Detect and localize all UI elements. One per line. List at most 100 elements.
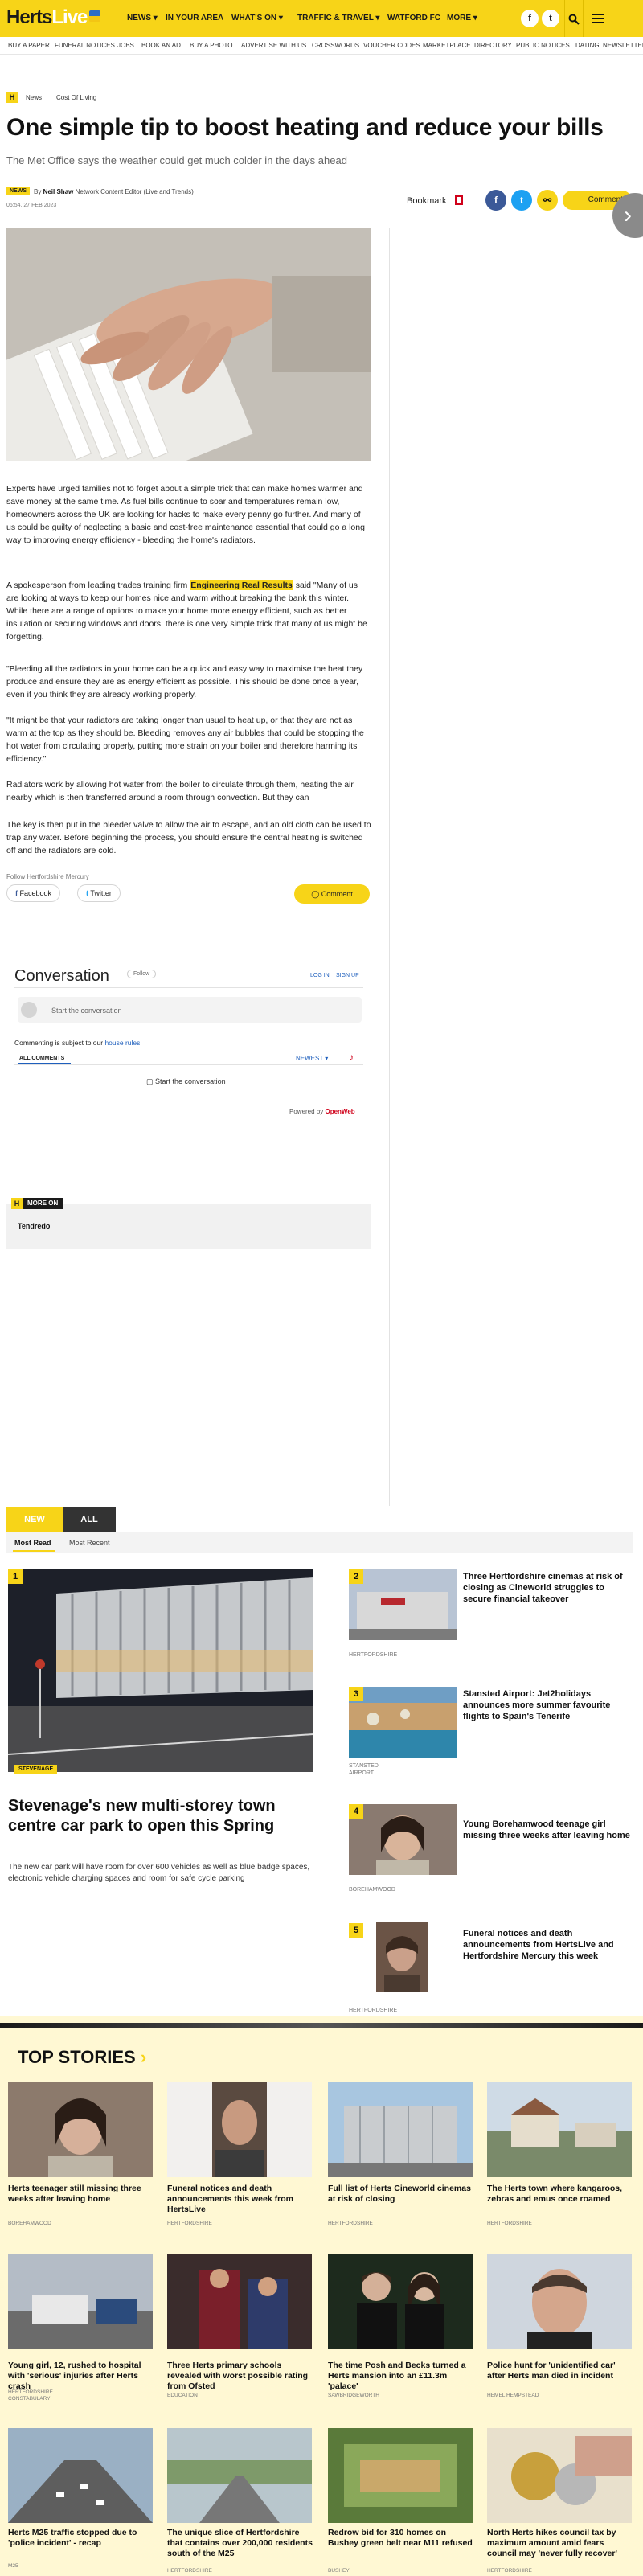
story-image[interactable] [328, 2082, 473, 2177]
story-title[interactable]: Redrow bid for 310 homes on Bushey green… [328, 2528, 474, 2549]
signup-link[interactable]: SIGN UP [336, 973, 359, 978]
subnav-dating[interactable]: DATING [575, 42, 600, 49]
story-image[interactable] [8, 2082, 153, 2177]
story-title[interactable]: Herts teenager still missing three weeks… [8, 2184, 154, 2205]
story-image[interactable] [8, 2428, 153, 2523]
location-tag[interactable]: STANSTED AIRPORT [349, 1762, 389, 1777]
story-title[interactable]: Three Herts primary schools revealed wit… [167, 2361, 313, 2392]
subnav-buy-a-photo[interactable]: BUY A PHOTO [190, 42, 233, 49]
share-twitter-icon[interactable]: t [511, 190, 532, 211]
subnav-voucher-codes[interactable]: VOUCHER CODES [363, 42, 420, 49]
site-logo[interactable]: HertsLive [6, 6, 101, 29]
subnav-jobs[interactable]: JOBS [117, 42, 134, 49]
location-tag[interactable]: HERTFORDSHIRE [349, 1651, 397, 1659]
breadcrumb-news[interactable]: News [26, 94, 42, 101]
story-title[interactable]: Full list of Herts Cineworld cinemas at … [328, 2184, 474, 2205]
location-tag[interactable]: HERTFORDSHIRE [167, 2221, 212, 2227]
tab-all-comments[interactable]: ALL COMMENTS [19, 1056, 64, 1061]
story-title[interactable]: North Herts hikes council tax by maximum… [487, 2528, 633, 2559]
tab-most-recent[interactable]: Most Recent [69, 1539, 110, 1547]
nav-in-your-area[interactable]: IN YOUR AREA [166, 14, 223, 23]
funeral-thumbnail[interactable] [376, 1922, 428, 1992]
openweb-logo[interactable]: OpenWeb [325, 1108, 354, 1115]
story-title[interactable]: The Herts town where kangaroos, zebras a… [487, 2184, 633, 2205]
tenerife-thumbnail[interactable] [349, 1687, 457, 1758]
nav-news[interactable]: NEWS ▾ [127, 14, 158, 23]
breadcrumb-home-icon[interactable]: H [6, 92, 18, 103]
share-facebook-icon[interactable]: f [485, 190, 506, 211]
location-tag[interactable]: SAWBRIDGEWORTH [328, 2393, 379, 2399]
conversation-follow-button[interactable]: Follow [127, 970, 157, 978]
location-tag[interactable]: HERTFORDSHIRE [349, 2007, 397, 2014]
subnav-newsletters[interactable]: NEWSLETTERS [603, 42, 643, 49]
location-tag[interactable]: HERTFORDSHIRE [487, 2221, 532, 2227]
story-image[interactable] [167, 2254, 312, 2349]
location-tag[interactable]: HERTFORDSHIRE [328, 2221, 373, 2227]
subnav-funeral-notices[interactable]: FUNERAL NOTICES [55, 42, 115, 49]
facebook-icon[interactable]: f [521, 10, 539, 27]
story-image[interactable] [8, 2254, 153, 2349]
story-title[interactable]: The time Posh and Becks turned a Herts m… [328, 2361, 474, 2392]
sort-dropdown[interactable]: NEWEST ▾ [296, 1055, 328, 1062]
location-tag[interactable]: BUSHEY [328, 2568, 350, 2574]
nav-more[interactable]: MORE ▾ [447, 14, 477, 23]
most-read-item-title[interactable]: Funeral notices and death announcements … [463, 1928, 632, 1962]
most-read-item-title[interactable]: Stansted Airport: Jet2holidays announces… [463, 1688, 632, 1722]
story-image[interactable] [328, 2254, 473, 2349]
location-tag[interactable]: HEMEL HEMPSTEAD [487, 2393, 539, 2399]
story-image[interactable] [487, 2428, 632, 2523]
most-read-item-title[interactable]: Three Hertfordshire cinemas at risk of c… [463, 1571, 632, 1605]
subnav-advertise[interactable]: ADVERTISE WITH US [241, 42, 306, 49]
story-title[interactable]: Police hunt for 'unidentified car' after… [487, 2361, 633, 2381]
house-rules-link[interactable]: house rules. [104, 1039, 141, 1047]
tab-all[interactable]: ALL [63, 1507, 116, 1532]
location-tag[interactable]: BOREHAMWOOD [8, 2221, 51, 2227]
author-link[interactable]: Neil Shaw [43, 188, 74, 195]
bookmark-label[interactable]: Bookmark [407, 196, 447, 206]
story-image[interactable] [487, 2082, 632, 2177]
subnav-directory[interactable]: DIRECTORY [474, 42, 512, 49]
story-title[interactable]: Herts M25 traffic stopped due to 'police… [8, 2528, 154, 2549]
story-image[interactable] [167, 2428, 312, 2523]
location-tag[interactable]: M25 [8, 2563, 18, 2570]
subnav-marketplace[interactable]: MARKETPLACE [423, 42, 471, 49]
share-twitter-button[interactable]: t Twitter [77, 884, 121, 902]
subnav-crosswords[interactable]: CROSSWORDS [312, 42, 359, 49]
comment-input-placeholder[interactable]: Start the conversation [51, 1007, 122, 1015]
twitter-icon[interactable]: t [542, 10, 559, 27]
bookmark-icon[interactable] [455, 195, 463, 205]
menu-icon[interactable] [592, 12, 604, 25]
story-title[interactable]: Young girl, 12, rushed to hospital with … [8, 2361, 154, 2392]
share-link-icon[interactable]: ⚯ [537, 190, 558, 211]
subnav-buy-a-paper[interactable]: BUY A PAPER [8, 42, 50, 49]
follow-link[interactable]: Follow Hertfordshire Mercury [6, 873, 89, 880]
most-read-item-title[interactable]: Young Borehamwood teenage girl missing t… [463, 1819, 632, 1841]
notification-bell-icon[interactable]: ♪ [349, 1052, 354, 1063]
breadcrumb-cost-of-living[interactable]: Cost Of Living [56, 94, 96, 101]
location-tag[interactable]: EDUCATION [167, 2393, 198, 2399]
subnav-book-an-ad[interactable]: BOOK AN AD [141, 42, 181, 49]
story-title[interactable]: The unique slice of Hertfordshire that c… [167, 2528, 313, 2559]
car-park-image[interactable] [8, 1569, 313, 1772]
location-tag[interactable]: HERTFORDSHIRE [167, 2568, 212, 2574]
category-badge[interactable]: STEVENAGE [14, 1765, 58, 1774]
story-title[interactable]: Funeral notices and death announcements … [167, 2184, 313, 2215]
tab-most-read[interactable]: Most Read [14, 1539, 51, 1547]
engineering-real-results-link[interactable]: Engineering Real Results [190, 580, 293, 590]
missing-teen-thumbnail[interactable] [349, 1804, 457, 1875]
subnav-public-notices[interactable]: PUBLIC NOTICES [516, 42, 570, 49]
story-image[interactable] [487, 2254, 632, 2349]
nav-whats-on[interactable]: WHAT'S ON ▾ [231, 14, 283, 23]
login-link[interactable]: LOG IN [310, 973, 330, 978]
tab-new[interactable]: NEW [6, 1507, 63, 1532]
nav-watford-fc[interactable]: WATFORD FC [387, 14, 440, 23]
cinema-thumbnail[interactable] [349, 1569, 457, 1640]
most-read-lead-title[interactable]: Stevenage's new multi-storey town centre… [8, 1796, 313, 1836]
start-conversation-button[interactable]: ▢ Start the conversation [146, 1077, 226, 1086]
location-tag[interactable]: HERTFORDSHIRE CONSTABULARY [8, 2389, 72, 2402]
nav-traffic-travel[interactable]: TRAFFIC & TRAVEL ▾ [297, 14, 379, 23]
story-image[interactable] [328, 2428, 473, 2523]
story-image[interactable] [167, 2082, 312, 2177]
comment-button[interactable]: ◯ Comment [294, 884, 370, 904]
search-button[interactable] [564, 0, 584, 37]
